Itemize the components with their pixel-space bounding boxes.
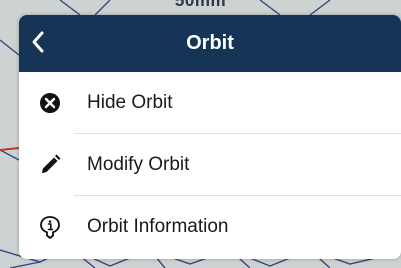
modify-orbit-item[interactable]: Modify Orbit xyxy=(19,134,401,196)
hide-orbit-item[interactable]: Hide Orbit xyxy=(19,72,401,134)
info-balloon-icon xyxy=(36,213,64,241)
map-scale-label: 50mm xyxy=(174,0,227,10)
close-circle-icon xyxy=(36,89,64,117)
pencil-icon xyxy=(36,151,64,179)
orbit-information-item[interactable]: Orbit Information xyxy=(19,196,401,258)
modify-orbit-label: Modify Orbit xyxy=(87,154,190,175)
panel-title: Orbit xyxy=(186,32,234,54)
hide-orbit-label: Hide Orbit xyxy=(87,92,173,113)
orbit-menu: Hide Orbit Modify Orbit Orbit Informatio… xyxy=(19,72,401,258)
orbit-information-label: Orbit Information xyxy=(87,216,229,237)
panel-header: Orbit xyxy=(19,15,401,72)
orbit-panel: Orbit Hide Orbit Modify Orbit Orbit Info… xyxy=(19,15,401,259)
